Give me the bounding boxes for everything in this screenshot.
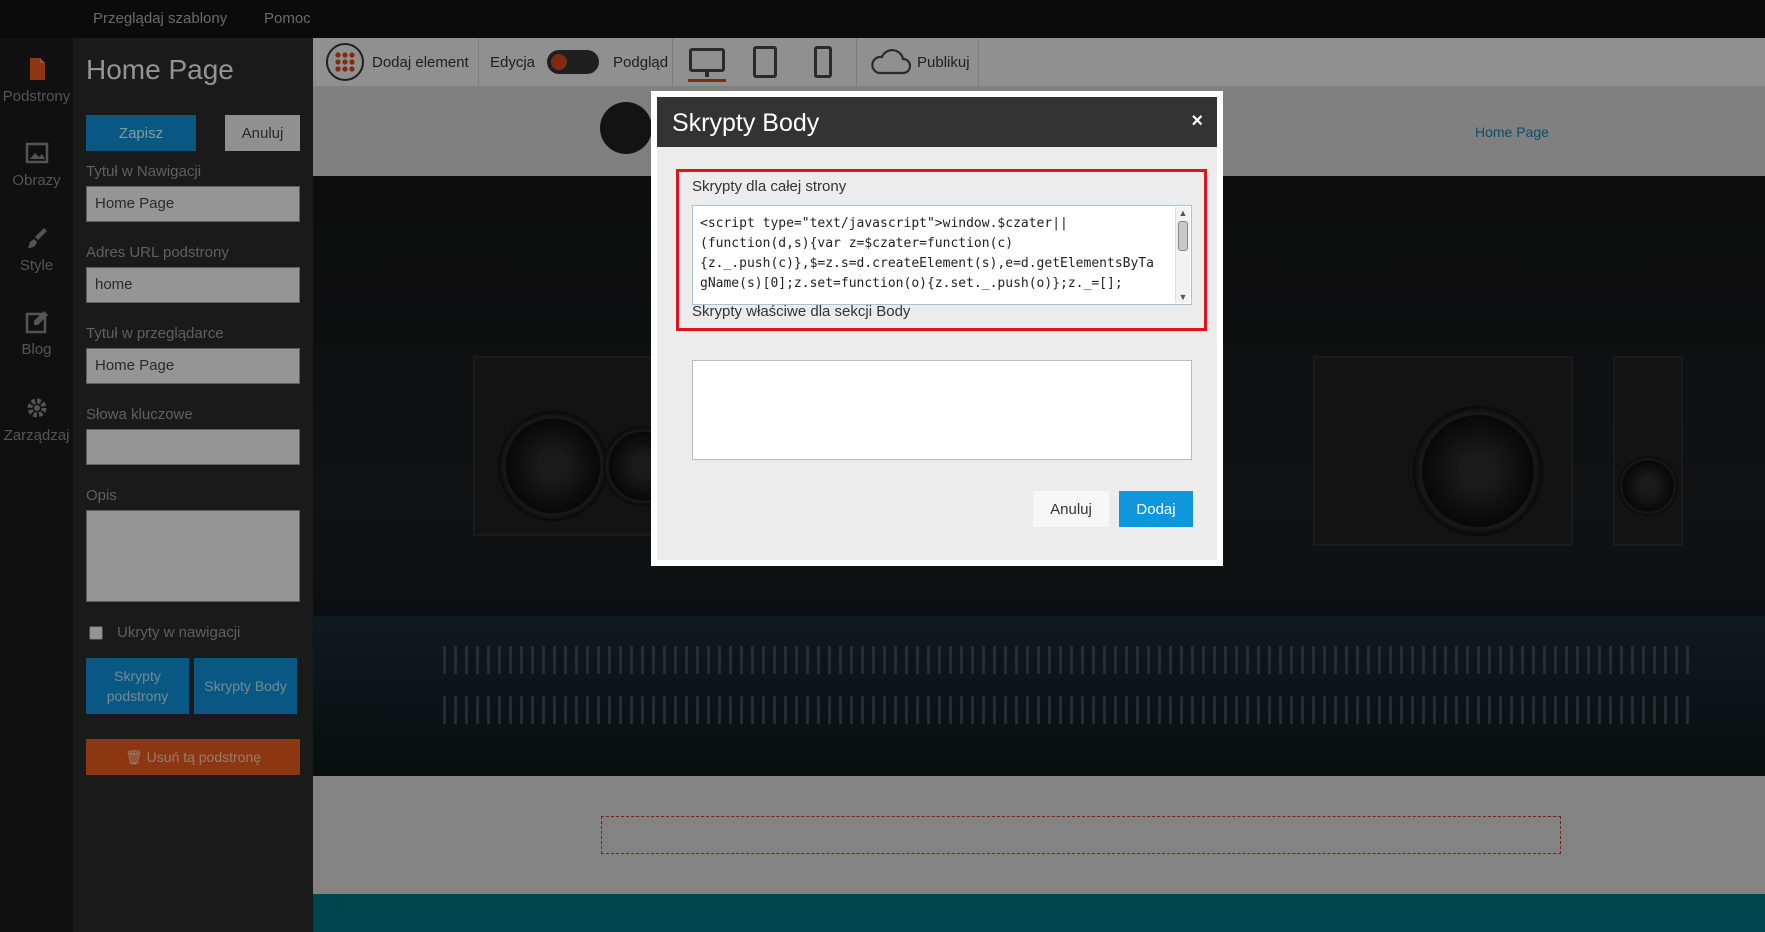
modal-cancel-button[interactable]: Anuluj bbox=[1033, 491, 1109, 527]
scrollbar-thumb[interactable] bbox=[1178, 221, 1188, 251]
code-line: (function(d,s){var z=$czater=function(c) bbox=[700, 236, 1014, 251]
body-scripts-label: Skrypty właściwe dla sekcji Body bbox=[692, 303, 911, 320]
modal-title: Skrypty Body bbox=[672, 109, 820, 137]
site-scripts-textarea[interactable]: <script type="text/javascript">window.$c… bbox=[692, 205, 1192, 305]
body-scripts-textarea[interactable] bbox=[692, 360, 1192, 460]
textarea-scrollbar[interactable]: ▲ ▼ bbox=[1175, 207, 1190, 303]
code-line: <script type="text/javascript">window.$c… bbox=[700, 216, 1068, 231]
modal-add-button[interactable]: Dodaj bbox=[1119, 491, 1193, 527]
modal-header: Skrypty Body × bbox=[657, 97, 1217, 147]
body-scripts-modal: Skrypty Body × Skrypty dla całej strony … bbox=[651, 91, 1223, 566]
close-icon[interactable]: × bbox=[1191, 111, 1203, 131]
code-line: {z._.push(c)},$=z.s=d.createElement(s),e… bbox=[700, 256, 1154, 271]
scroll-up-icon[interactable]: ▲ bbox=[1176, 207, 1190, 219]
code-line: gName(s)[0];z.set=function(o){z.set._.pu… bbox=[700, 276, 1123, 291]
scroll-down-icon[interactable]: ▼ bbox=[1176, 291, 1190, 303]
site-scripts-label: Skrypty dla całej strony bbox=[692, 178, 847, 195]
